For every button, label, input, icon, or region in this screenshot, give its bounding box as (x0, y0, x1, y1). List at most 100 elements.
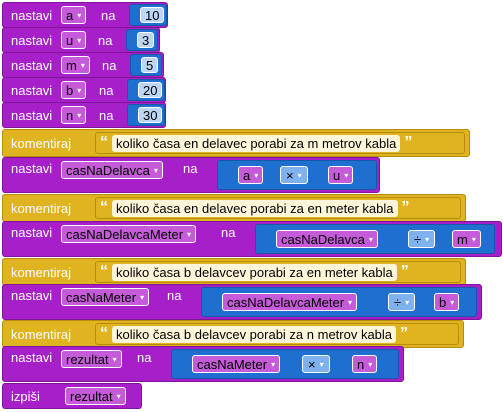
operator-dropdown[interactable]: ÷ ▾ (388, 293, 416, 311)
comment-keyword: komentiraj (11, 326, 71, 342)
variable-dropdown-m[interactable]: m ▾ (61, 56, 90, 74)
number-field[interactable]: 20 (138, 82, 163, 98)
variable-dropdown-u[interactable]: u ▾ (61, 31, 87, 49)
chevron-down-icon: ▾ (116, 391, 121, 401)
comment-block[interactable]: komentiraj “ koliko časa en delavec pora… (2, 194, 466, 222)
chevron-down-icon: ▾ (112, 354, 117, 364)
variable-dropdown-b[interactable]: b ▾ (61, 81, 87, 99)
chevron-down-icon: ▾ (319, 359, 324, 369)
number-block[interactable]: 20 (127, 79, 165, 101)
chevron-down-icon: ▾ (153, 165, 158, 175)
variable-dropdown[interactable]: rezultat ▾ (65, 387, 126, 405)
to-keyword: na (99, 82, 114, 98)
operand-right[interactable]: n ▾ (352, 355, 378, 373)
quote-close-icon: ” (401, 199, 410, 216)
variable-dropdown-a[interactable]: a ▾ (61, 6, 87, 24)
operator-dropdown[interactable]: ÷ ▾ (408, 230, 436, 248)
number-field[interactable]: 5 (141, 57, 159, 73)
arithmetic-block[interactable]: casNaMeter ▾ × ▾ n ▾ (171, 349, 399, 379)
text-block[interactable]: “ koliko časa en delavec porabi za m met… (95, 132, 465, 154)
comment-block[interactable]: komentiraj “ koliko časa b delavcev pora… (2, 320, 464, 348)
comment-keyword: komentiraj (11, 135, 71, 151)
arithmetic-block[interactable]: a ▾ × ▾ u ▾ (217, 160, 377, 190)
chevron-down-icon: ▾ (348, 297, 353, 307)
to-keyword: na (101, 7, 116, 23)
to-keyword: na (137, 350, 152, 365)
set-block-casNaDelavcaMeter[interactable]: nastavi casNaDelavcaMeter ▾ na casNaDelav… (2, 221, 502, 257)
quote-open-icon: “ (100, 199, 108, 216)
chevron-down-icon: ▾ (254, 170, 259, 180)
text-field[interactable]: koliko časa b delavcev porabi za n metro… (112, 325, 397, 343)
operand-left[interactable]: casNaMeter ▾ (192, 355, 281, 373)
chevron-down-icon: ▾ (140, 292, 145, 302)
quote-open-icon: “ (100, 325, 108, 342)
set-keyword: nastavi (11, 32, 53, 48)
set-block-m[interactable]: nastavi m ▾ na 5 (2, 52, 164, 78)
set-keyword: nastavi (11, 7, 53, 23)
comment-keyword: komentiraj (11, 200, 71, 216)
variable-dropdown[interactable]: rezultat ▾ (61, 350, 122, 368)
to-keyword: na (102, 57, 117, 73)
text-field[interactable]: koliko časa b delavcev porabi za en mete… (112, 263, 397, 281)
operand-left[interactable]: casNaDelavcaMeter ▾ (222, 293, 358, 311)
operand-right[interactable]: b ▾ (434, 293, 460, 311)
set-block-casNaDelavca[interactable]: nastavi casNaDelavca ▾ na a ▾ × ▾ u ▾ (2, 157, 380, 193)
set-block-casNaMeter[interactable]: nastavi casNaMeter ▾ na casNaDelavcaMeter… (2, 284, 482, 320)
variable-dropdown-n[interactable]: n ▾ (61, 106, 87, 124)
set-block-a[interactable]: nastavi a ▾ na 10 (2, 2, 168, 28)
operand-right[interactable]: m ▾ (452, 230, 481, 248)
quote-close-icon: ” (400, 325, 409, 342)
variable-dropdown[interactable]: casNaMeter ▾ (61, 288, 150, 306)
text-block[interactable]: “ koliko časa en delavec porabi za en me… (95, 197, 461, 219)
set-block-rezultat[interactable]: nastavi rezultat ▾ na casNaMeter ▾ × ▾ n ▾ (2, 346, 404, 382)
set-keyword: nastavi (11, 161, 53, 176)
number-block[interactable]: 10 (129, 4, 167, 26)
chevron-down-icon: ▾ (77, 10, 82, 20)
chevron-down-icon: ▾ (344, 170, 349, 180)
variable-dropdown[interactable]: casNaDelavcaMeter ▾ (61, 225, 197, 243)
number-block[interactable]: 3 (126, 29, 158, 51)
to-keyword: na (183, 161, 198, 176)
chevron-down-icon: ▾ (77, 85, 82, 95)
comment-block[interactable]: komentiraj “ koliko časa en delavec pora… (2, 129, 470, 157)
chevron-down-icon: ▾ (368, 234, 373, 244)
print-block[interactable]: izpiši rezultat ▾ (2, 383, 142, 409)
set-block-u[interactable]: nastavi u ▾ na 3 (2, 27, 160, 53)
number-field[interactable]: 30 (138, 107, 163, 123)
to-keyword: na (221, 225, 236, 240)
comment-keyword: komentiraj (11, 264, 71, 280)
number-block[interactable]: 5 (130, 54, 162, 76)
quote-close-icon: ” (404, 134, 413, 151)
set-keyword: nastavi (11, 225, 53, 240)
set-keyword: nastavi (11, 82, 53, 98)
chevron-down-icon: ▾ (77, 110, 82, 120)
text-field[interactable]: koliko časa en delavec porabi za m metro… (112, 134, 401, 152)
print-keyword: izpiši (11, 388, 40, 404)
variable-dropdown[interactable]: casNaDelavca ▾ (61, 161, 163, 179)
set-keyword: nastavi (11, 350, 53, 365)
set-keyword: nastavi (11, 57, 53, 73)
chevron-down-icon: ▾ (450, 297, 455, 307)
arithmetic-block[interactable]: casNaDelavca ▾ ÷ ▾ m ▾ (255, 224, 495, 254)
text-block[interactable]: “ koliko časa b delavcev porabi za en me… (95, 261, 461, 283)
chevron-down-icon: ▾ (80, 60, 85, 70)
operand-left[interactable]: a ▾ (238, 166, 264, 184)
comment-block[interactable]: komentiraj “ koliko časa b delavcev pora… (2, 258, 466, 286)
operand-left[interactable]: casNaDelavca ▾ (276, 230, 378, 248)
arithmetic-block[interactable]: casNaDelavcaMeter ▾ ÷ ▾ b ▾ (201, 287, 477, 317)
number-block[interactable]: 30 (127, 104, 165, 126)
set-block-n[interactable]: nastavi n ▾ na 30 (2, 102, 166, 128)
operand-right[interactable]: u ▾ (328, 166, 354, 184)
text-block[interactable]: “ koliko časa b delavcev porabi za n met… (95, 323, 459, 345)
number-field[interactable]: 10 (140, 7, 165, 23)
chevron-down-icon: ▾ (297, 170, 302, 180)
chevron-down-icon: ▾ (77, 35, 82, 45)
operator-dropdown[interactable]: × ▾ (280, 166, 308, 184)
number-field[interactable]: 3 (137, 32, 155, 48)
chevron-down-icon: ▾ (405, 297, 410, 307)
operator-dropdown[interactable]: × ▾ (302, 355, 330, 373)
set-keyword: nastavi (11, 107, 53, 123)
quote-open-icon: “ (100, 263, 108, 280)
set-block-b[interactable]: nastavi b ▾ na 20 (2, 77, 166, 103)
text-field[interactable]: koliko časa en delavec porabi za en mete… (112, 199, 398, 217)
